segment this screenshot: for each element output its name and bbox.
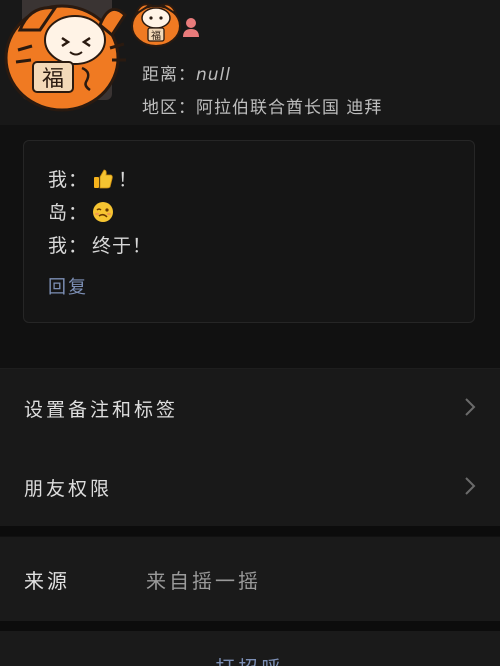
message-speaker: 我：: [48, 235, 89, 257]
say-hello-button[interactable]: 打招呼: [0, 653, 500, 666]
region-line: 地区：阿拉伯联合酋长国 迪拜: [142, 93, 382, 118]
profile-header: 福 福 距离：null 地区：阿拉伯联合酋长国 迪拜: [0, 0, 500, 125]
friend-permissions-row[interactable]: 朋友权限: [0, 448, 500, 526]
distance-value: null: [196, 65, 231, 85]
distance-label: 距离：: [142, 65, 196, 85]
chevron-right-icon: [465, 477, 476, 495]
reply-link[interactable]: 回复: [48, 273, 88, 299]
thumbs-up-icon: [94, 169, 113, 188]
woozy-face-icon: [93, 201, 114, 222]
set-remarks-and-tags-label: 设置备注和标签: [24, 399, 179, 421]
message-speaker: 我：: [48, 169, 89, 191]
region-value: 阿拉伯联合酋长国 迪拜: [196, 98, 383, 118]
section-divider: [0, 526, 500, 536]
source-label: 来源: [24, 569, 70, 593]
svg-text:福: 福: [42, 67, 64, 92]
message-text: ！: [118, 169, 139, 191]
section-divider: [0, 621, 500, 631]
message-line: 我： ！: [48, 165, 138, 192]
tiger-sticker-icon: 福: [4, 4, 127, 112]
source-row: 来源 来自摇一摇: [0, 537, 500, 621]
chevron-right-icon: [465, 398, 476, 416]
message-line: 岛：: [48, 198, 114, 225]
message-line: 我： 终于！: [48, 231, 152, 258]
female-gender-icon: [183, 18, 199, 37]
distance-line: 距离：null: [142, 60, 231, 85]
message-text: 终于！: [92, 235, 153, 257]
say-hello-bar: 打招呼: [0, 631, 500, 666]
region-label: 地区：: [142, 98, 196, 118]
settings-group: 设置备注和标签 朋友权限: [0, 368, 500, 527]
svg-text:福: 福: [151, 29, 161, 42]
greeting-message-card: 我： ！ 岛： 我： 终于！ 回复: [23, 140, 475, 323]
source-value: 来自摇一摇: [146, 569, 261, 593]
friend-permissions-label: 朋友权限: [24, 478, 113, 500]
message-speaker: 岛：: [48, 202, 89, 224]
tiger-sticker-small-icon: 福: [131, 3, 181, 47]
contact-profile-page: 福 福 距离：null 地区：阿拉伯联合酋长国 迪拜 我： ！ 岛： 我： 终于…: [0, 0, 500, 666]
set-remarks-and-tags-row[interactable]: 设置备注和标签: [0, 369, 500, 447]
